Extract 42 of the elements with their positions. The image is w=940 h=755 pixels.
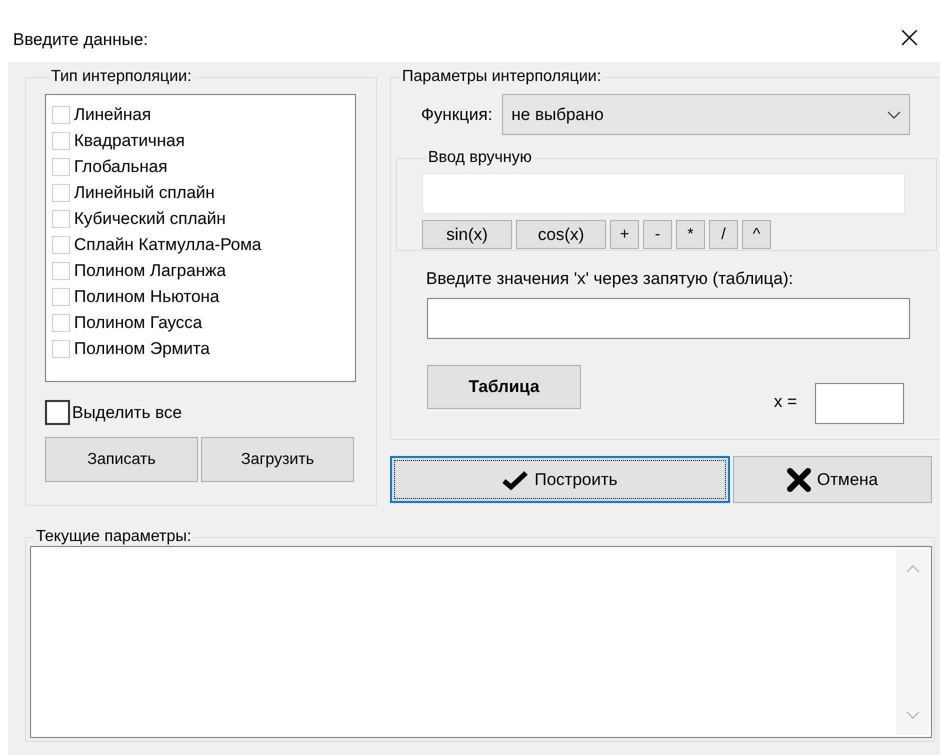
checkbox-label[interactable]: Глобальная [74, 157, 168, 177]
scrollbar[interactable] [896, 549, 929, 735]
field-label: Введите значения 'x' через запятую (таблица): [426, 269, 794, 289]
close-button[interactable]: × [892, 23, 926, 53]
key-button[interactable]: cos(x) [516, 220, 606, 249]
field-label: x = [774, 392, 797, 412]
key-button[interactable]: / [709, 220, 738, 249]
input-field[interactable] [815, 383, 904, 424]
checkbox-label[interactable]: Сплайн Катмулла-Рома [74, 235, 262, 255]
table-button[interactable]: Таблица [427, 365, 581, 409]
chevron-down-icon [906, 711, 920, 719]
group-title: Параметры интерполяции: [401, 68, 602, 86]
action-button[interactable]: Построить [390, 456, 730, 503]
input-field[interactable] [427, 298, 910, 339]
checkbox-label[interactable]: Линейный сплайн [74, 183, 215, 203]
checkbox-label[interactable]: Квадратичная [74, 131, 185, 151]
group-title: Тип интерполяции: [50, 68, 193, 86]
function-dropdown[interactable]: не выбрано [502, 94, 910, 135]
key-button[interactable]: + [610, 220, 639, 249]
key-button[interactable]: * [676, 220, 705, 249]
checkbox-label[interactable]: Полином Гаусса [74, 313, 202, 333]
cross-icon [787, 468, 811, 492]
checkbox-label[interactable]: Выделить все [72, 402, 182, 422]
action-button[interactable]: Записать [45, 437, 198, 482]
key-button[interactable]: ^ [742, 220, 771, 249]
checkbox-label[interactable]: Кубический сплайн [74, 209, 226, 229]
chevron-up-icon [906, 565, 920, 573]
checkbox-label[interactable]: Полином Лагранжа [74, 261, 226, 281]
checkbox-label[interactable]: Линейная [74, 105, 152, 125]
group-title: Ввод вручную [427, 149, 533, 167]
chevron-down-icon [887, 110, 901, 118]
action-button[interactable]: Отмена [733, 456, 932, 503]
checkmark-icon [502, 470, 528, 490]
group-title: Текущие параметры: [35, 528, 192, 546]
checkbox[interactable] [45, 400, 70, 425]
key-button[interactable]: - [643, 220, 672, 249]
checkbox-label[interactable]: Полином Ньютона [74, 287, 220, 307]
window-title: Введите данные: [13, 30, 148, 50]
checkbox-label[interactable]: Полином Эрмита [74, 339, 210, 359]
action-button[interactable]: Загрузить [201, 437, 354, 482]
field-label: Функция: [421, 104, 492, 124]
key-button[interactable]: sin(x) [422, 220, 512, 249]
